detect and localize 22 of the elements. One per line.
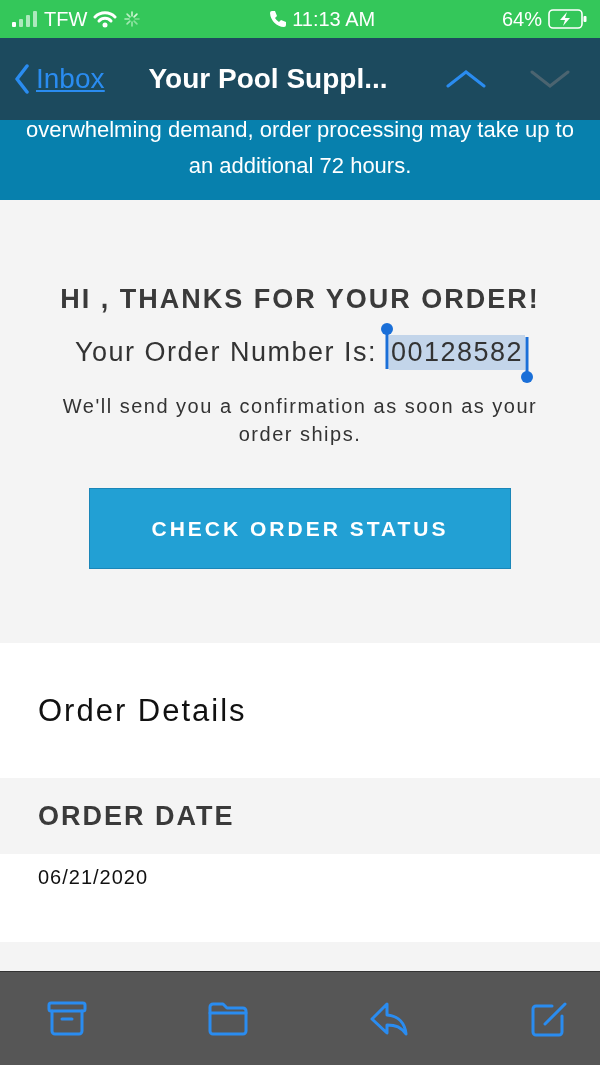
confirmation-message: We'll send you a confirmation as soon as your order ships. [61, 394, 539, 447]
selection-handle-icon [381, 323, 393, 369]
battery-charging-icon [548, 9, 588, 29]
back-chevron-icon [14, 64, 30, 94]
notice-text: overwhelming demand, order processing may take up to an additional 72 hours. [25, 116, 575, 180]
archive-button[interactable] [46, 999, 88, 1038]
phone-icon [268, 10, 287, 28]
section-heading: ORDER DATE [38, 800, 235, 832]
thanks-heading: HI , THANKS FOR YOUR ORDER! [60, 284, 540, 315]
check-order-status-button[interactable]: CHECK ORDER STATUS [89, 488, 511, 569]
order-date-value: 06/21/2020 [38, 866, 150, 889]
battery-percent: 64% [501, 7, 542, 31]
spinner-icon [123, 10, 142, 28]
selection-handle-icon [521, 337, 534, 383]
order-details-title: Order Details [38, 692, 247, 729]
order-number-label: Your Order Number Is: [74, 337, 377, 368]
wifi-icon [93, 10, 118, 28]
back-button[interactable]: Inbox [14, 63, 105, 95]
signal-icon [12, 11, 38, 27]
time-label: 11:13 AM [292, 7, 376, 31]
carrier-label: TFW [44, 7, 88, 31]
email-subject: Your Pool Suppl... [148, 63, 388, 95]
